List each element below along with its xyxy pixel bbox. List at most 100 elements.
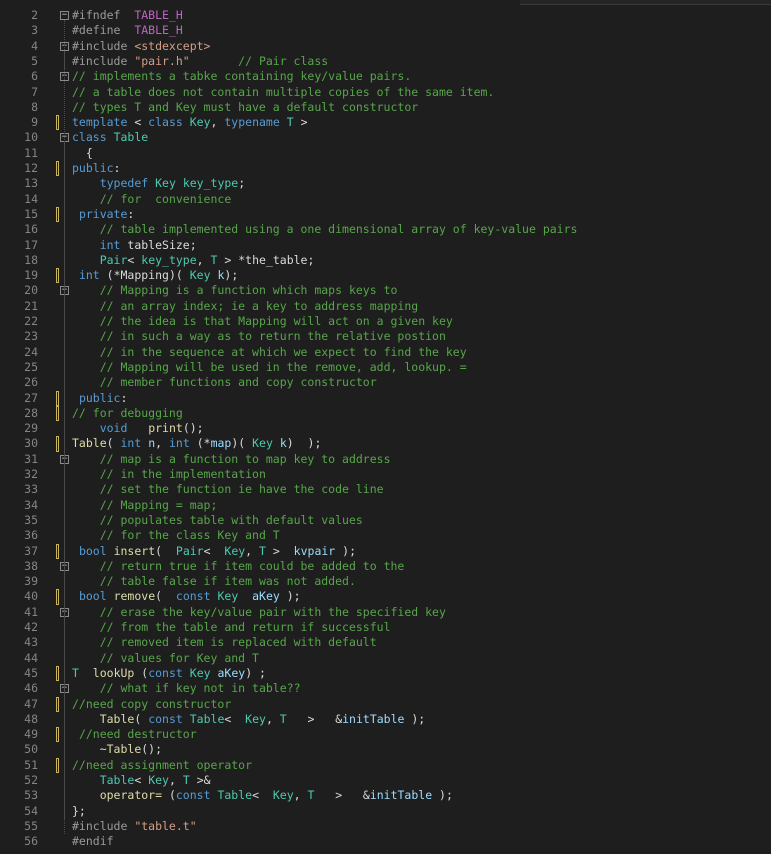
code-text[interactable]: // values for Key and T — [72, 651, 259, 666]
code-text[interactable]: #endif — [72, 834, 114, 849]
code-line[interactable]: 50 ~Table(); — [0, 742, 771, 757]
code-text[interactable]: Table( const Table< Key, T > &initTable … — [72, 712, 426, 727]
code-line[interactable]: 40 bool remove( const Key aKey ); — [0, 589, 771, 605]
code-line[interactable]: 51 //need assignment operator — [0, 757, 771, 773]
code-line[interactable]: 32 // in the implementation — [0, 467, 771, 482]
code-line[interactable]: 46− // what if key not in table?? — [0, 681, 771, 696]
code-text[interactable]: // return true if item could be added to… — [72, 559, 405, 574]
code-line[interactable]: 24 // in the sequence at which we expect… — [0, 345, 771, 360]
code-text[interactable]: // a table does not contain multiple cop… — [72, 85, 494, 100]
code-text[interactable]: // in such a way as to return the relati… — [72, 329, 446, 344]
code-text[interactable]: void print(); — [72, 421, 204, 436]
code-text[interactable]: typedef Key key_type; — [72, 176, 245, 191]
code-text[interactable]: // from the table and return if successf… — [72, 620, 391, 635]
code-text[interactable]: private: — [72, 207, 134, 222]
code-text[interactable]: //need destructor — [72, 727, 197, 742]
code-text[interactable]: // map is a function to map key to addre… — [72, 452, 391, 467]
code-line[interactable]: 4− #include <stdexcept> — [0, 39, 771, 54]
code-line[interactable]: 22 // the idea is that Mapping will act … — [0, 314, 771, 329]
code-line[interactable]: 15 private: — [0, 206, 771, 223]
code-line[interactable]: 30 Table( int n, int (*map)( Key k) ); — [0, 436, 771, 452]
code-line[interactable]: 45 T lookUp (const Key aKey) ; — [0, 665, 771, 682]
code-text[interactable]: // an array index; ie a key to address m… — [72, 299, 419, 314]
code-text[interactable]: #define TABLE_H — [72, 23, 183, 38]
code-line[interactable]: 14 // for convenience — [0, 192, 771, 207]
code-text[interactable]: // for debugging — [72, 406, 183, 421]
code-line[interactable]: 8 // types T and Key must have a default … — [0, 100, 771, 115]
code-text[interactable]: // Mapping will be used in the remove, a… — [72, 360, 467, 375]
code-text[interactable]: // for the class Key and T — [72, 528, 280, 543]
code-text[interactable]: // removed item is replaced with default — [72, 635, 377, 650]
code-line[interactable]: 20− // Mapping is a function which maps … — [0, 283, 771, 298]
code-line[interactable]: 49 //need destructor — [0, 727, 771, 743]
code-text[interactable]: template < class Key, typename T > — [72, 115, 308, 130]
code-text[interactable]: #include "pair.h" // Pair class — [72, 54, 328, 69]
code-line[interactable]: 5 #include "pair.h" // Pair class — [0, 54, 771, 69]
code-text[interactable]: // set the function ie have the code lin… — [72, 482, 384, 497]
code-text[interactable]: //need copy constructor — [72, 697, 231, 712]
code-text[interactable]: #ifndef TABLE_H — [72, 8, 183, 23]
code-text[interactable]: public: — [72, 391, 127, 406]
code-line[interactable]: 47 //need copy constructor — [0, 696, 771, 712]
code-line[interactable]: 56 #endif — [0, 834, 771, 849]
code-line[interactable]: 44 // values for Key and T — [0, 651, 771, 666]
code-line[interactable]: 42 // from the table and return if succe… — [0, 620, 771, 635]
code-line[interactable]: 55 #include "table.t" — [0, 819, 771, 834]
code-text[interactable]: // types T and Key must have a default c… — [72, 100, 418, 115]
code-text[interactable]: int tableSize; — [72, 238, 197, 253]
fold-collapse-icon[interactable]: − — [60, 11, 69, 20]
code-text[interactable]: Pair< key_type, T > *the_table; — [72, 253, 315, 268]
code-line[interactable]: 2 − #ifndef TABLE_H — [0, 8, 771, 23]
code-text[interactable]: // Mapping = map; — [72, 498, 218, 513]
code-text[interactable]: bool remove( const Key aKey ); — [72, 589, 301, 604]
code-text[interactable]: }; — [72, 804, 86, 819]
code-line[interactable]: 18 Pair< key_type, T > *the_table; — [0, 253, 771, 268]
code-line[interactable]: 52 Table< Key, T >& — [0, 773, 771, 788]
code-text[interactable]: // in the implementation — [72, 467, 266, 482]
code-line[interactable]: 33 // set the function ie have the code … — [0, 482, 771, 497]
code-text[interactable]: #include <stdexcept> — [72, 39, 210, 54]
code-line[interactable]: 25 // Mapping will be used in the remove… — [0, 360, 771, 375]
code-line[interactable]: 16 // table implemented using a one dime… — [0, 222, 771, 237]
code-line[interactable]: 41− // erase the key/value pair with the… — [0, 605, 771, 620]
code-line[interactable]: 12 public: — [0, 161, 771, 177]
code-text[interactable]: // the idea is that Mapping will act on … — [72, 314, 453, 329]
code-line[interactable]: 29 void print(); — [0, 421, 771, 436]
code-text[interactable]: ~Table(); — [72, 742, 162, 757]
code-line[interactable]: 43 // removed item is replaced with defa… — [0, 635, 771, 650]
code-text[interactable]: // implements a tabke containing key/val… — [72, 69, 411, 84]
code-line[interactable]: 26 // member functions and copy construc… — [0, 375, 771, 390]
code-text[interactable]: int (*Mapping)( Key k); — [72, 268, 238, 283]
code-line[interactable]: 3 #define TABLE_H — [0, 23, 771, 38]
code-line[interactable]: 28 // for debugging — [0, 405, 771, 422]
code-text[interactable]: // Mapping is a function which maps keys… — [72, 283, 398, 298]
code-text[interactable]: class Table — [72, 130, 148, 145]
code-line[interactable]: 37 bool insert( Pair< Key, T > kvpair ); — [0, 543, 771, 559]
code-line[interactable]: 17 int tableSize; — [0, 238, 771, 253]
code-line[interactable]: 35 // populates table with default value… — [0, 513, 771, 528]
code-line[interactable]: 38− // return true if item could be adde… — [0, 559, 771, 574]
code-text[interactable]: T lookUp (const Key aKey) ; — [72, 666, 266, 681]
code-line[interactable]: 27 public: — [0, 390, 771, 406]
code-text[interactable]: // populates table with default values — [72, 513, 363, 528]
code-line[interactable]: 31− // map is a function to map key to a… — [0, 452, 771, 467]
code-line[interactable]: 48 Table( const Table< Key, T > &initTab… — [0, 712, 771, 727]
code-text[interactable]: public: — [72, 161, 120, 176]
code-text[interactable]: //need assignment operator — [72, 758, 252, 773]
code-text[interactable]: // what if key not in table?? — [72, 681, 301, 696]
code-line[interactable]: 6−// implements a tabke containing key/v… — [0, 69, 771, 84]
code-text[interactable]: // table implemented using a one dimensi… — [72, 222, 578, 237]
code-line[interactable]: 21 // an array index; ie a key to addres… — [0, 299, 771, 314]
code-text[interactable]: // in the sequence at which we expect to… — [72, 345, 467, 360]
code-line[interactable]: 10− class Table — [0, 130, 771, 145]
code-line[interactable]: 7 // a table does not contain multiple co… — [0, 85, 771, 100]
code-text[interactable]: // member functions and copy constructor — [72, 375, 377, 390]
code-line[interactable]: 53 operator= (const Table< Key, T > &ini… — [0, 788, 771, 803]
code-line[interactable]: 39 // table false if item was not added. — [0, 574, 771, 589]
code-line[interactable]: 34 // Mapping = map; — [0, 498, 771, 513]
code-text[interactable]: #include "table.t" — [72, 819, 197, 834]
editor-tab[interactable] — [520, 0, 771, 5]
code-line[interactable]: 36 // for the class Key and T — [0, 528, 771, 543]
code-text[interactable]: // for convenience — [72, 192, 232, 207]
code-editor[interactable]: 2− #ifndef TABLE_H 3 #define TABLE_H 4− #incl… — [0, 0, 771, 854]
